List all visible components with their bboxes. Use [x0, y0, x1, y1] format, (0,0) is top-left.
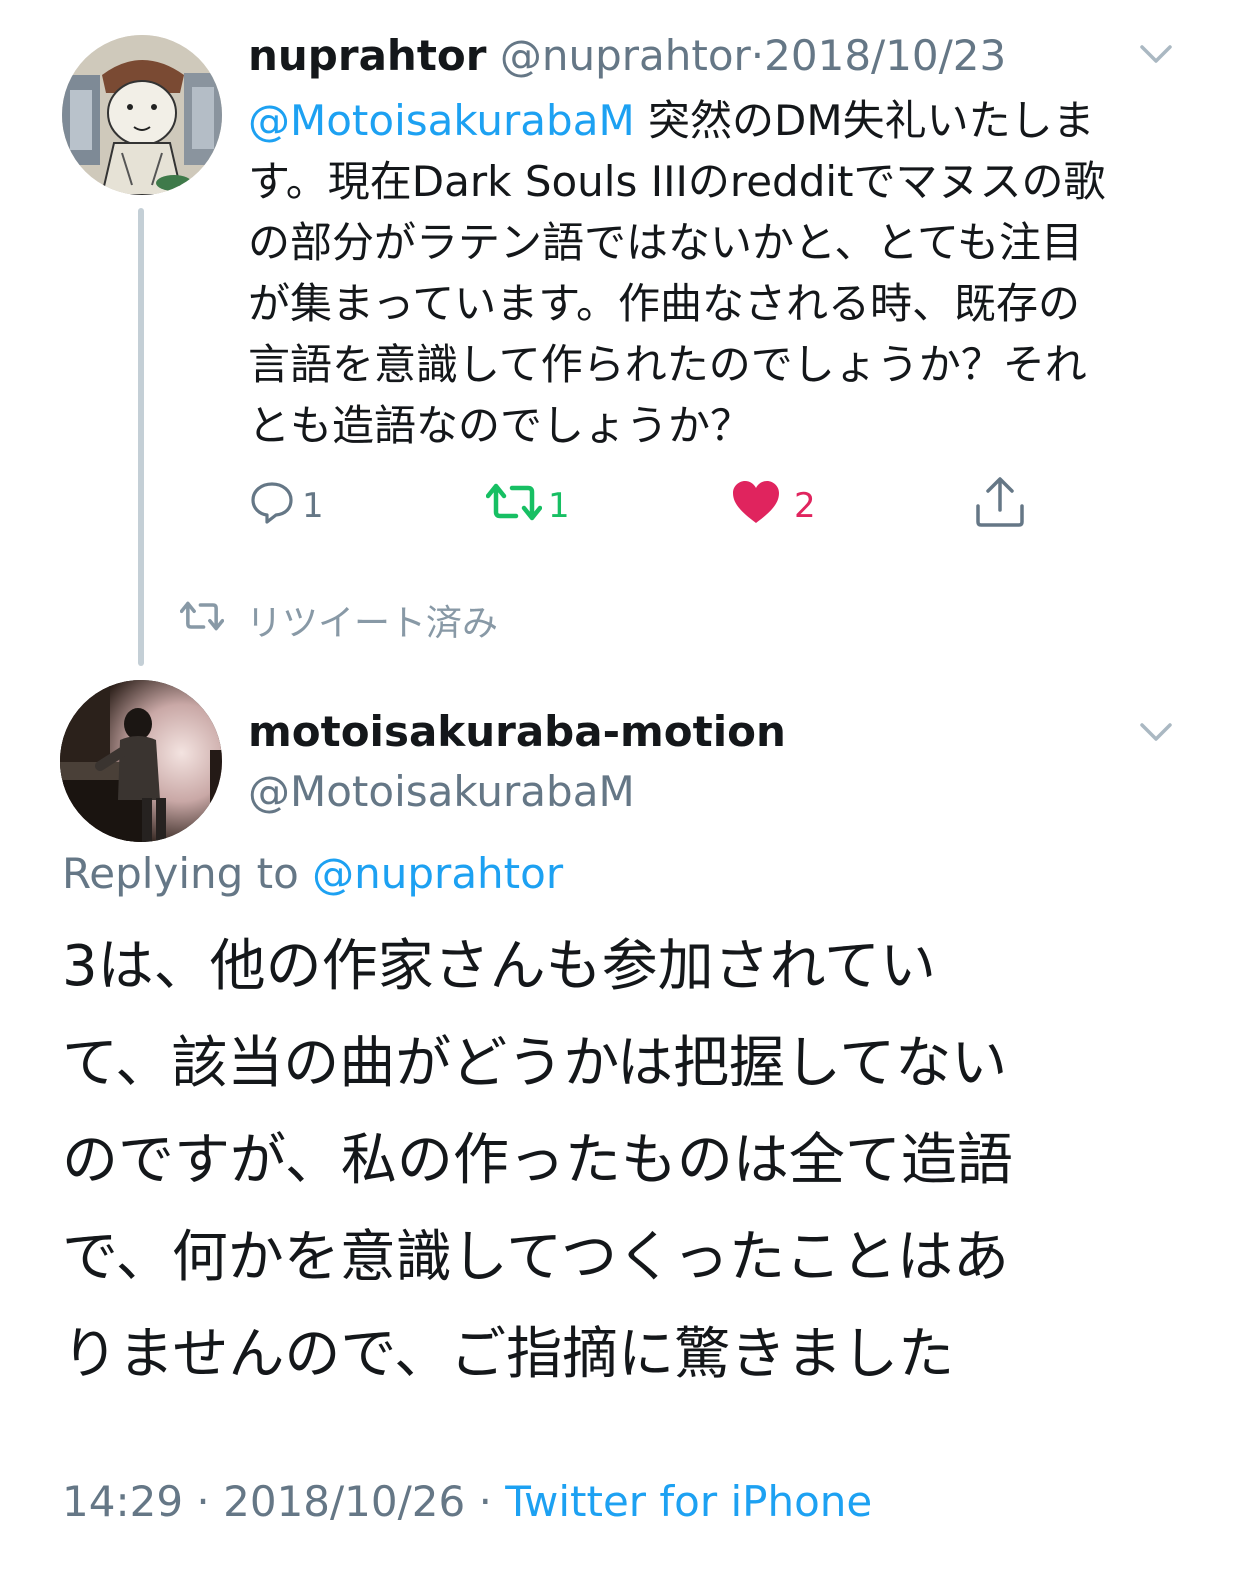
reply-count: 1 — [302, 486, 324, 526]
retweet-small-icon — [179, 597, 225, 644]
tweet-text-body: 突然のDM失礼いたしま す。現在Dark Souls IIIのredditでマヌ… — [248, 96, 1106, 450]
avatar-motoisakuraba[interactable] — [60, 680, 222, 842]
avatar-nuprahtor[interactable] — [62, 35, 222, 195]
retweet-button[interactable]: 1 — [486, 472, 570, 532]
thread-connector-line — [138, 208, 144, 666]
reply-user-handle[interactable]: @MotoisakurabaM — [248, 764, 635, 820]
mention-link[interactable]: @MotoisakurabaM — [248, 96, 635, 145]
reply-display-name[interactable]: motoisakuraba-motion — [248, 704, 786, 760]
replying-to-label: Replying to — [62, 849, 299, 898]
separator-dot: · — [750, 31, 765, 80]
reply-bubble-icon — [248, 478, 296, 526]
like-button[interactable]: 2 — [730, 472, 816, 532]
replying-to-line: Replying to @nuprahtor — [62, 846, 563, 902]
separator-dot: · — [196, 1477, 210, 1526]
heart-icon — [730, 478, 782, 526]
tweet-date: 2018/10/26 — [223, 1477, 466, 1526]
tweet-time: 14:29 — [62, 1477, 184, 1526]
retweeted-label: リツイート済み — [246, 603, 499, 644]
reply-tweet-text: 3は、他の作家さんも参加されてい て、該当の曲がどうかは把握してない のですが、… — [62, 934, 1013, 1387]
display-name[interactable]: nuprahtor — [248, 31, 486, 80]
retweeted-indicator: リツイート済み — [179, 592, 499, 648]
retweet-arrows-icon — [486, 478, 542, 526]
separator-dot: · — [478, 1477, 492, 1526]
reply-button[interactable]: 1 — [248, 472, 324, 532]
like-count: 2 — [794, 486, 816, 526]
chevron-down-icon[interactable] — [1136, 34, 1176, 74]
avatar-illustration — [62, 35, 222, 195]
tweet-date[interactable]: 2018/10/23 — [764, 31, 1006, 80]
tweet-header: nuprahtor @nuprahtor·2018/10/23 — [248, 28, 1006, 84]
share-button[interactable] — [972, 472, 1028, 532]
tweet-source-link[interactable]: Twitter for iPhone — [505, 1477, 872, 1526]
retweet-count: 1 — [548, 486, 570, 526]
tweet-meta: 14:29 · 2018/10/26 · Twitter for iPhone — [62, 1474, 872, 1530]
share-upload-icon — [972, 474, 1028, 530]
tweet-text: @MotoisakurabaM 突然のDM失礼いたしま す。現在Dark Sou… — [248, 90, 1198, 456]
avatar-photo — [60, 680, 222, 842]
chevron-down-icon[interactable] — [1136, 712, 1176, 752]
user-handle[interactable]: @nuprahtor — [500, 31, 751, 80]
replying-to-handle[interactable]: @nuprahtor — [312, 849, 563, 898]
